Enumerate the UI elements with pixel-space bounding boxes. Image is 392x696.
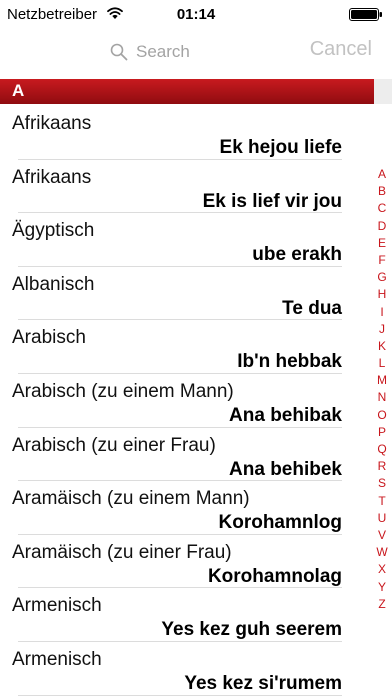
index-letter-j[interactable]: J [373,321,391,338]
list-item[interactable]: Armenisch Yes kez guh seerem [0,588,362,642]
language-label: Arabisch (zu einem Mann) [12,380,234,402]
language-label: Afrikaans [12,166,92,188]
section-header: A [0,79,374,104]
phrase-text: Korohamnlog [218,512,343,534]
index-letter-c[interactable]: C [373,200,391,217]
row-divider [18,694,342,696]
index-letter-u[interactable]: U [373,510,391,527]
index-letter-d[interactable]: D [373,218,391,235]
list-item[interactable]: Albanisch Te dua [0,267,362,321]
list-item[interactable]: Afrikaans Ek hejou liefe [0,106,362,160]
index-letter-y[interactable]: Y [373,579,391,596]
language-label: Afrikaans [12,113,92,134]
language-label: Arabisch (zu einer Frau) [12,434,216,456]
index-letter-q[interactable]: Q [373,441,391,458]
list-item[interactable]: Arabisch Ib'n hebbak [0,320,362,374]
search-field[interactable] [108,40,228,66]
index-letter-p[interactable]: P [373,424,391,441]
language-label: Arabisch [12,327,86,349]
index-letter-n[interactable]: N [373,389,391,406]
phrase-text: Ek hejou liefe [219,137,342,158]
list-item[interactable]: Arabisch (zu einem Mann) Ana behibak [0,374,362,428]
index-letter-w[interactable]: W [373,544,391,561]
section-index[interactable]: ABCDEFGHIJKLMNOPQRSTUVWXYZ [373,166,391,613]
phrase-text: Ana behibek [229,458,342,480]
search-bar: Cancel [0,28,392,78]
index-letter-g[interactable]: G [373,269,391,286]
language-label: Ägyptisch [12,220,95,242]
clock: 01:14 [176,6,216,23]
search-input[interactable] [136,41,226,63]
phrase-text: Ana behibak [229,404,342,426]
index-letter-e[interactable]: E [373,235,391,252]
phrase-text: Te dua [282,297,342,319]
phrase-text: Korohamnolag [207,565,342,587]
index-letter-r[interactable]: R [373,458,391,475]
list-item[interactable]: Afrikaans Ek is lief vir jou [0,160,362,214]
index-letter-i[interactable]: I [373,304,391,321]
section-header-edge [374,79,392,104]
language-label: Aramäisch (zu einer Frau) [12,541,232,563]
list-item[interactable]: Armenisch Yes kez si'rumem [0,642,362,696]
index-letter-f[interactable]: F [373,252,391,269]
index-letter-a[interactable]: A [373,166,391,183]
phrase-text: Yes kez guh seerem [161,619,342,641]
index-letter-b[interactable]: B [373,183,391,200]
index-letter-s[interactable]: S [373,475,391,492]
list-item[interactable]: Aramäisch (zu einem Mann) Korohamnlog [0,481,362,535]
battery-icon [349,8,382,21]
index-letter-h[interactable]: H [373,286,391,303]
search-icon [110,43,128,61]
status-bar: Netzbetreiber 01:14 [0,0,392,28]
phrase-text: ube erakh [252,244,342,266]
phrase-text: Yes kez si'rumem [184,672,342,694]
index-letter-z[interactable]: Z [373,596,391,613]
index-letter-t[interactable]: T [373,493,391,510]
phrase-text: Ek is lief vir jou [202,190,342,212]
list-item[interactable]: Aramäisch (zu einer Frau) Korohamnolag [0,535,362,589]
phrase-text: Ib'n hebbak [237,351,342,373]
language-label: Aramäisch (zu einem Mann) [12,488,250,510]
index-letter-l[interactable]: L [373,355,391,372]
list-item[interactable]: Arabisch (zu einer Frau) Ana behibek [0,428,362,482]
index-letter-v[interactable]: V [373,527,391,544]
index-letter-o[interactable]: O [373,407,391,424]
language-label: Albanisch [12,273,95,295]
index-letter-k[interactable]: K [373,338,391,355]
cancel-button[interactable]: Cancel [310,38,372,61]
phrase-list: Afrikaans Ek hejou liefe Afrikaans Ek is li… [0,106,362,696]
language-label: Armenisch [12,648,102,670]
index-letter-x[interactable]: X [373,561,391,578]
list-item[interactable]: Ägyptisch ube erakh [0,213,362,267]
language-label: Armenisch [12,595,102,617]
index-letter-m[interactable]: M [373,372,391,389]
